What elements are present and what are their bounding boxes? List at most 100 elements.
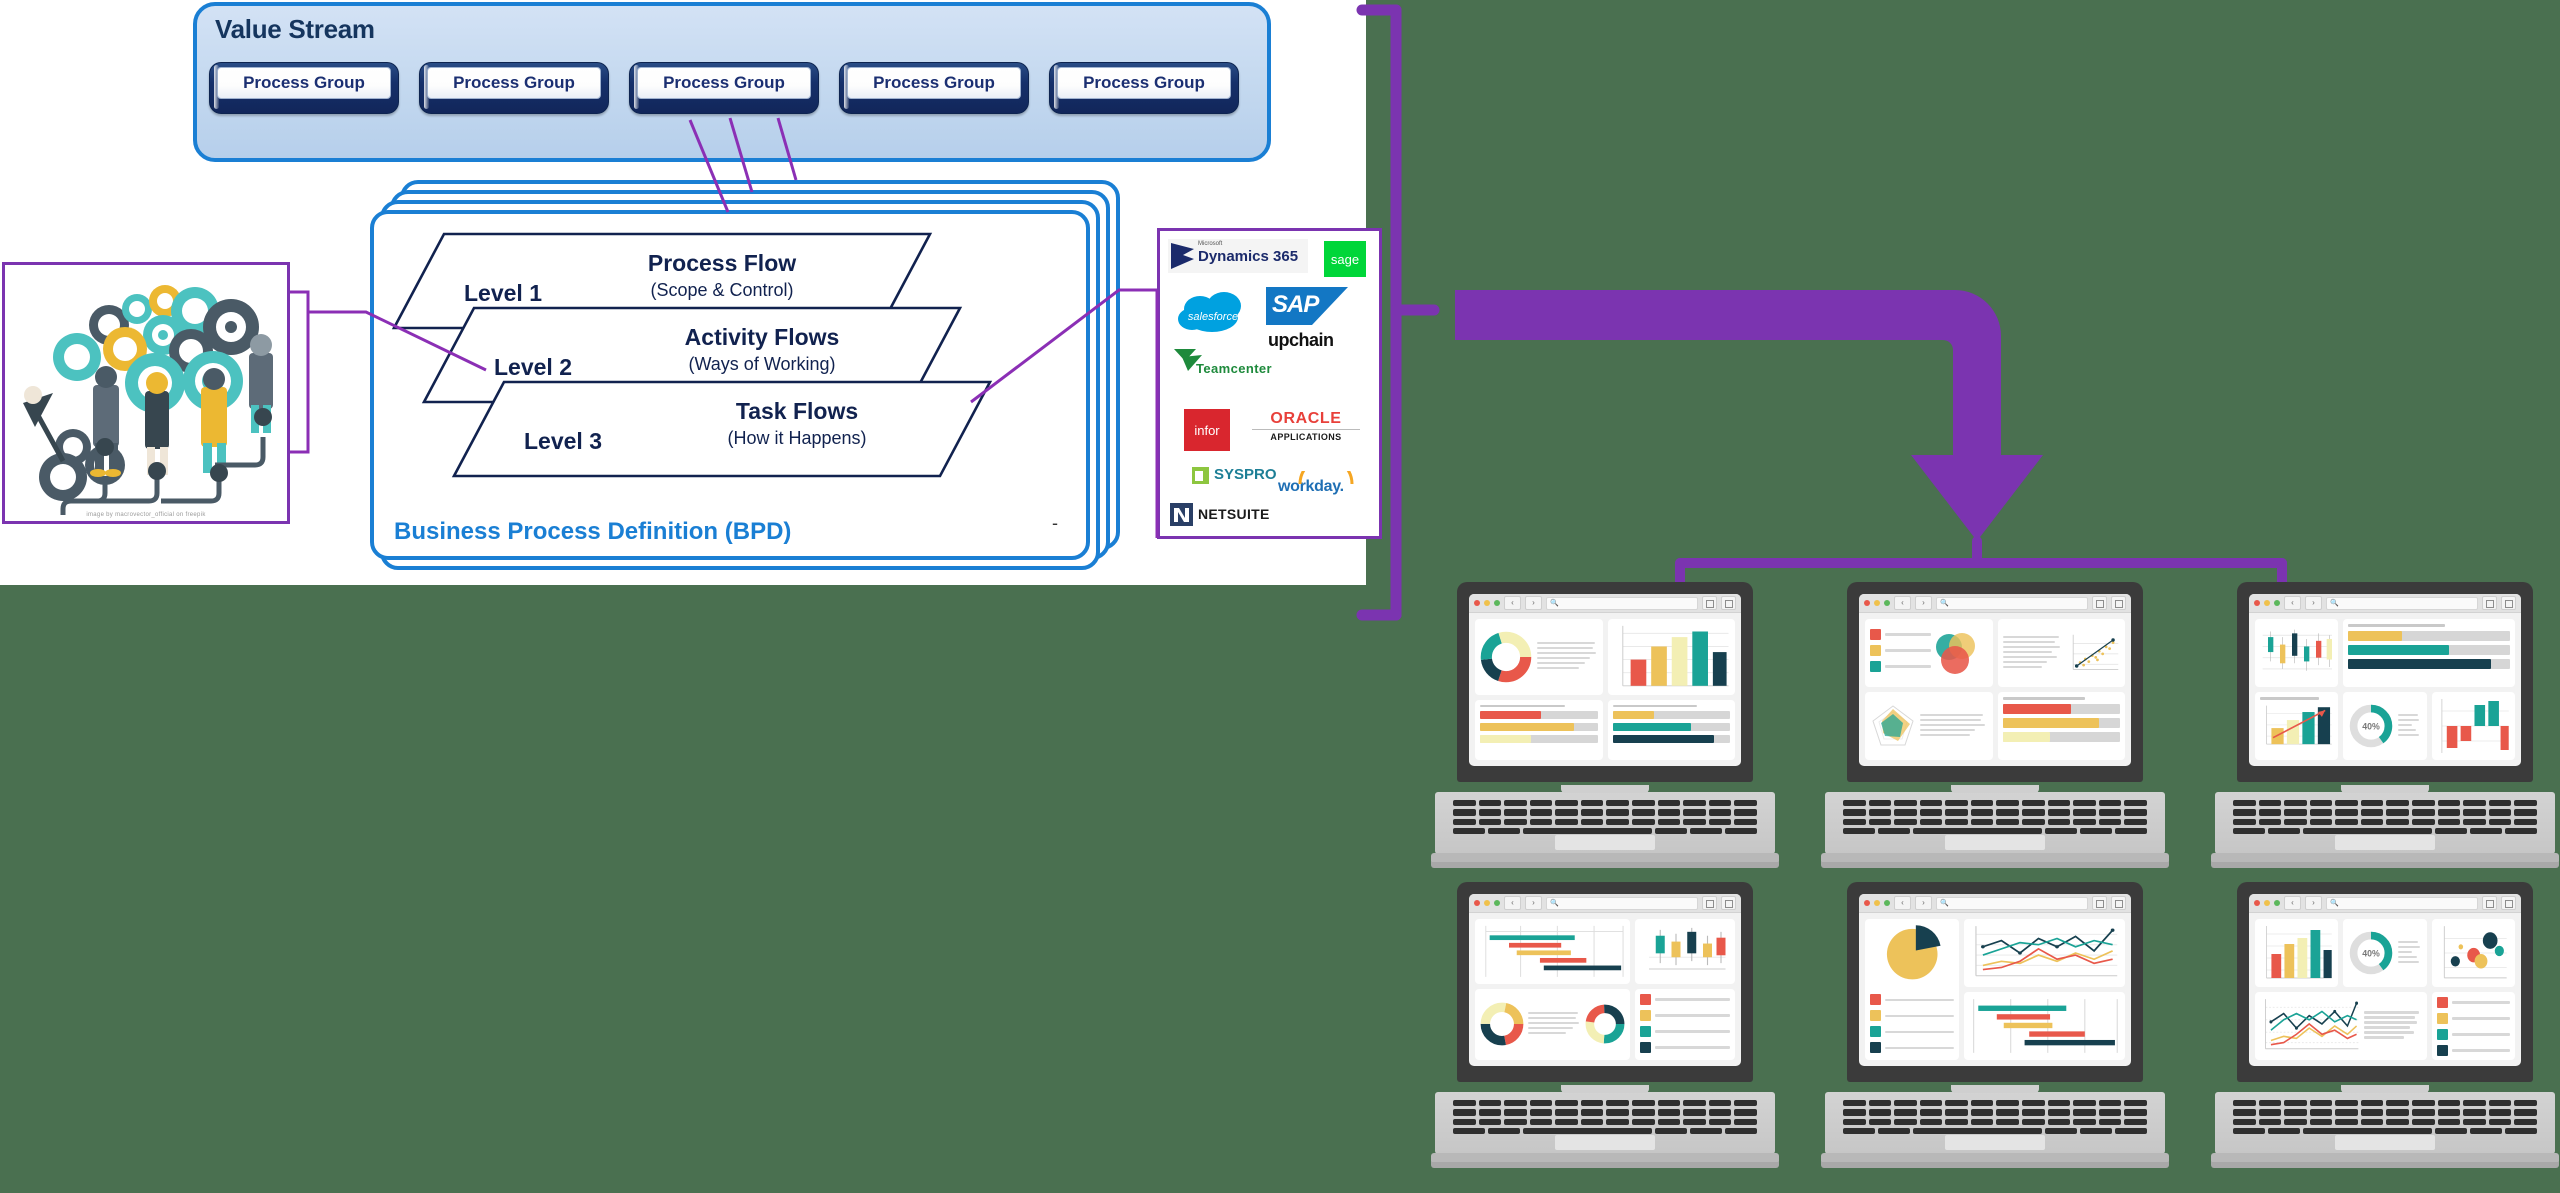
forward-icon[interactable]: › — [1525, 896, 1542, 910]
maximize-dot-icon[interactable] — [1884, 900, 1890, 906]
process-group-5[interactable]: Process Group — [1049, 62, 1239, 114]
process-group-3[interactable]: Process Group — [629, 62, 819, 114]
url-input[interactable]: 🔍 — [1936, 596, 2088, 610]
bar-chart-widget[interactable] — [1607, 619, 1735, 695]
window-icon[interactable] — [2092, 596, 2107, 610]
tabs-icon[interactable] — [2501, 896, 2516, 910]
gantt-widget[interactable] — [1964, 992, 2125, 1060]
minimize-dot-icon[interactable] — [2264, 600, 2270, 606]
maximize-dot-icon[interactable] — [2274, 600, 2280, 606]
trackpad[interactable] — [2335, 835, 2435, 850]
waterfall-widget[interactable] — [2431, 692, 2515, 760]
trackpad[interactable] — [1945, 1135, 2045, 1150]
close-dot-icon[interactable] — [2254, 900, 2260, 906]
keyboard[interactable] — [1453, 800, 1757, 834]
back-icon[interactable]: ‹ — [1894, 896, 1911, 910]
forward-icon[interactable]: › — [1915, 596, 1932, 610]
bar-chart-widget[interactable] — [2255, 919, 2339, 987]
tabs-icon[interactable] — [1721, 596, 1736, 610]
maximize-dot-icon[interactable] — [1494, 600, 1500, 606]
scatter-widget[interactable] — [1997, 619, 2125, 687]
url-input[interactable]: 🔍 — [1546, 596, 1698, 610]
candlestick-widget[interactable] — [2255, 619, 2339, 687]
legend-widget[interactable] — [1635, 988, 1735, 1060]
gantt-widget[interactable] — [1475, 919, 1630, 984]
close-dot-icon[interactable] — [2254, 600, 2260, 606]
multiline-widget[interactable] — [2255, 992, 2427, 1060]
double-donut-widget[interactable] — [1475, 988, 1630, 1060]
back-icon[interactable]: ‹ — [1504, 896, 1521, 910]
minimize-dot-icon[interactable] — [1874, 900, 1880, 906]
progress-widget-left[interactable] — [1475, 699, 1603, 760]
legend-widget[interactable] — [2431, 992, 2515, 1060]
close-dot-icon[interactable] — [1474, 900, 1480, 906]
maximize-dot-icon[interactable] — [1884, 600, 1890, 606]
close-dot-icon[interactable] — [1474, 600, 1480, 606]
laptop-screen: ‹ › 🔍 — [1469, 594, 1741, 766]
gauge-widget[interactable]: 40% — [2343, 692, 2427, 760]
minimize-dot-icon[interactable] — [2264, 900, 2270, 906]
dynamics-eyebrow: Microsoft — [1198, 241, 1223, 247]
window-icon[interactable] — [1702, 596, 1717, 610]
candlestick-small-widget[interactable] — [1635, 919, 1735, 984]
tabs-icon[interactable] — [1721, 896, 1736, 910]
trackpad[interactable] — [1555, 835, 1655, 850]
level-2-title: Activity Flows — [684, 324, 840, 350]
window-icon[interactable] — [2092, 896, 2107, 910]
process-group-2[interactable]: Process Group — [419, 62, 609, 114]
process-group-4[interactable]: Process Group — [839, 62, 1029, 114]
dashboard-grid: 40% — [2249, 913, 2521, 1066]
bubble-widget[interactable] — [2431, 919, 2515, 987]
window-icon[interactable] — [2482, 896, 2497, 910]
keyboard[interactable] — [2233, 1100, 2537, 1134]
forward-icon[interactable]: › — [1525, 596, 1542, 610]
forward-icon[interactable]: › — [1915, 896, 1932, 910]
gauge-widget[interactable]: 40% — [2343, 919, 2427, 987]
maximize-dot-icon[interactable] — [2274, 900, 2280, 906]
venn-legend-widget[interactable] — [1865, 619, 1993, 687]
minimize-dot-icon[interactable] — [1484, 600, 1490, 606]
keyboard[interactable] — [1843, 800, 2147, 834]
laptop-lid: ‹ › 🔍 — [1847, 582, 2143, 782]
window-icon[interactable] — [1702, 896, 1717, 910]
bar-with-trend-icon — [2266, 705, 2332, 745]
progress-widget-right[interactable] — [1607, 699, 1735, 760]
url-input[interactable]: 🔍 — [1546, 896, 1698, 910]
radar-widget[interactable] — [1865, 692, 1993, 760]
tabs-icon[interactable] — [2111, 596, 2126, 610]
trackpad[interactable] — [1555, 1135, 1655, 1150]
trackpad[interactable] — [1945, 835, 2045, 850]
tabs-icon[interactable] — [2501, 596, 2516, 610]
back-icon[interactable]: ‹ — [1894, 596, 1911, 610]
back-icon[interactable]: ‹ — [2284, 596, 2301, 610]
multiline-widget[interactable] — [1964, 919, 2125, 987]
bar-chart-icon — [2266, 926, 2332, 979]
lid-hinge — [2341, 785, 2429, 793]
maximize-dot-icon[interactable] — [1494, 900, 1500, 906]
back-icon[interactable]: ‹ — [2284, 896, 2301, 910]
progress-widget[interactable] — [1997, 692, 2125, 760]
close-dot-icon[interactable] — [1864, 600, 1870, 606]
forward-icon[interactable]: › — [2305, 596, 2322, 610]
trackpad[interactable] — [2335, 1135, 2435, 1150]
minimize-dot-icon[interactable] — [1484, 900, 1490, 906]
tabs-icon[interactable] — [2111, 896, 2126, 910]
bar-trend-widget[interactable] — [2255, 692, 2339, 760]
donut-chart-widget[interactable] — [1475, 619, 1603, 695]
url-input[interactable]: 🔍 — [2326, 896, 2478, 910]
forward-icon[interactable]: › — [2305, 896, 2322, 910]
window-icon[interactable] — [2482, 596, 2497, 610]
minimize-dot-icon[interactable] — [1874, 600, 1880, 606]
pie-legend-widget[interactable] — [1865, 919, 1960, 1060]
laptop-foot-shadow — [2211, 1162, 2559, 1168]
url-input[interactable]: 🔍 — [2326, 596, 2478, 610]
close-dot-icon[interactable] — [1864, 900, 1870, 906]
keyboard[interactable] — [2233, 800, 2537, 834]
salesforce-logo: salesforce — [1174, 289, 1252, 335]
process-group-1[interactable]: Process Group — [209, 62, 399, 114]
url-input[interactable]: 🔍 — [1936, 896, 2088, 910]
back-icon[interactable]: ‹ — [1504, 596, 1521, 610]
keyboard[interactable] — [1453, 1100, 1757, 1134]
progress-widget[interactable] — [2343, 619, 2515, 687]
keyboard[interactable] — [1843, 1100, 2147, 1134]
